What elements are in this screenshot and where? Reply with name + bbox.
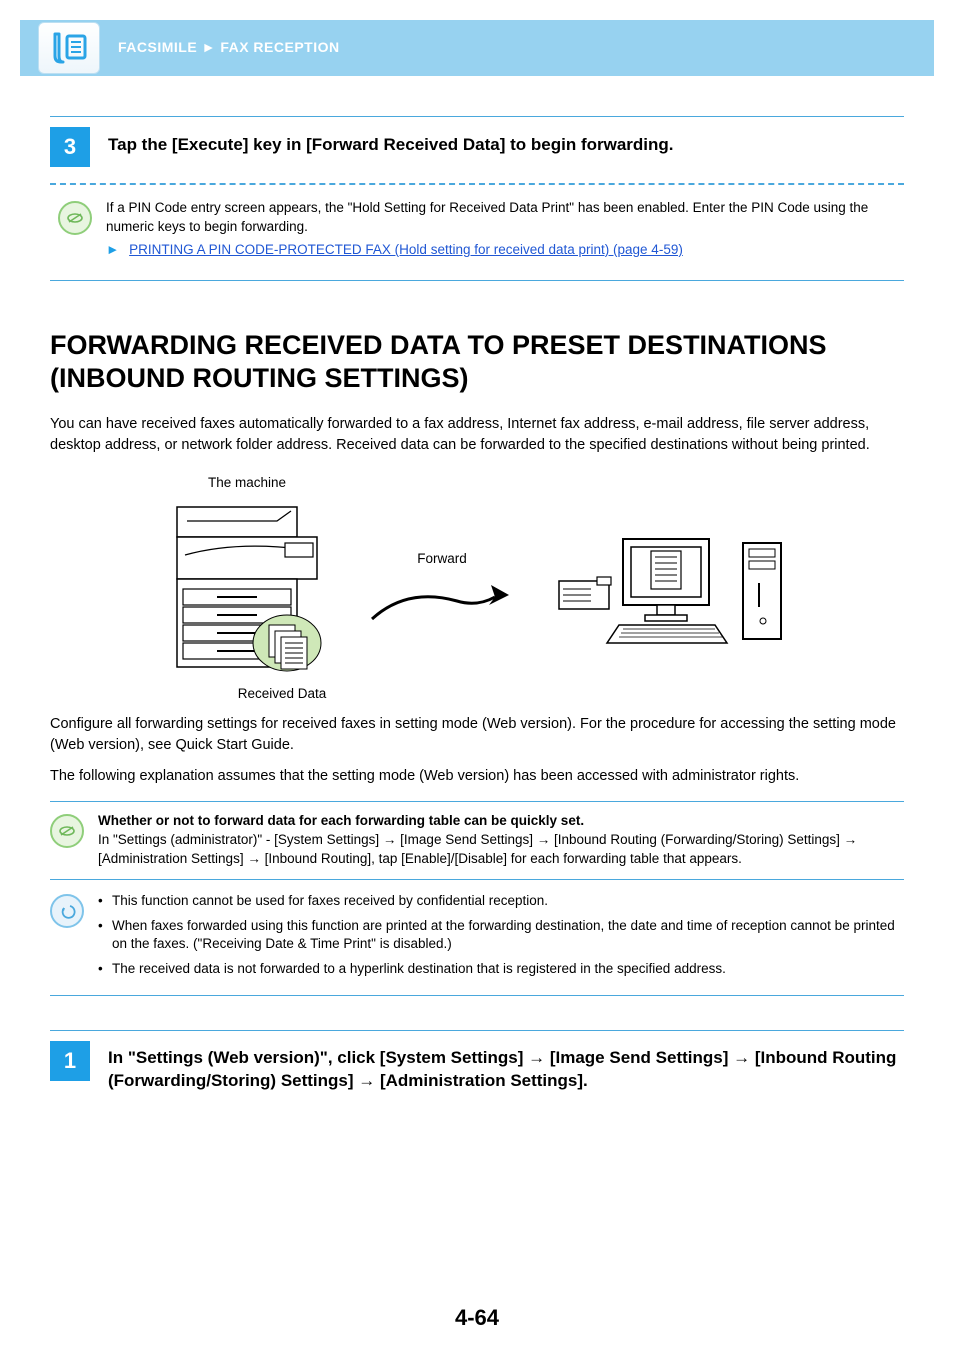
divider [50, 116, 904, 117]
step-3: 3 Tap the [Execute] key in [Forward Rece… [50, 127, 904, 167]
fax-section-icon [38, 22, 100, 74]
step-number-badge: 3 [50, 127, 90, 167]
pin-note-text: If a PIN Code entry screen appears, the … [106, 199, 904, 237]
dashed-divider [50, 183, 904, 185]
link-arrow-icon: ► [106, 242, 119, 257]
quick-set-note-title: Whether or not to forward data for each … [98, 812, 904, 831]
divider [50, 1030, 904, 1031]
machine-icon [167, 497, 327, 687]
header-bar: FACSIMILE ► FAX RECEPTION [20, 20, 934, 76]
note-icon [58, 201, 92, 235]
step-3-title: Tap the [Execute] key in [Forward Receiv… [108, 127, 674, 157]
breadcrumb-part-b: FAX RECEPTION [220, 39, 339, 55]
step-1: 1 In "Settings (Web version)", click [Sy… [50, 1041, 904, 1093]
list-item: The received data is not forwarded to a … [98, 960, 904, 979]
received-data-label: Received Data [237, 685, 327, 704]
breadcrumb: FACSIMILE ► FAX RECEPTION [118, 38, 340, 58]
step-1-title: In "Settings (Web version)", click [Syst… [108, 1041, 904, 1093]
pin-note-row: If a PIN Code entry screen appears, the … [50, 199, 904, 260]
intro-paragraph: You can have received faxes automaticall… [50, 414, 904, 456]
breadcrumb-part-a: FACSIMILE [118, 39, 197, 55]
list-item: When faxes forwarded using this function… [98, 917, 904, 955]
computer-icon [557, 529, 787, 649]
divider [50, 280, 904, 281]
note-icon [50, 814, 84, 848]
quick-set-note: Whether or not to forward data for each … [50, 801, 904, 880]
step-number-badge: 1 [50, 1041, 90, 1081]
limitations-note: This function cannot be used for faxes r… [50, 880, 904, 997]
forward-label: Forward [367, 550, 517, 569]
forward-arrow-icon [367, 579, 517, 629]
forwarding-diagram: The machine [50, 474, 904, 704]
back-note-icon [50, 894, 84, 928]
machine-label: The machine [167, 474, 327, 493]
quick-set-note-body: In "Settings (administrator)" - [System … [98, 831, 904, 869]
section-title: FORWARDING RECEIVED DATA TO PRESET DESTI… [50, 329, 904, 397]
page-number: 4-64 [0, 1303, 954, 1334]
breadcrumb-separator: ► [202, 39, 216, 55]
config-paragraph: Configure all forwarding settings for re… [50, 714, 904, 756]
pin-link-row: ► PRINTING A PIN CODE-PROTECTED FAX (Hol… [106, 241, 904, 260]
limitations-list: This function cannot be used for faxes r… [98, 892, 904, 986]
pin-code-link[interactable]: PRINTING A PIN CODE-PROTECTED FAX (Hold … [129, 242, 683, 257]
list-item: This function cannot be used for faxes r… [98, 892, 904, 911]
assumption-paragraph: The following explanation assumes that t… [50, 766, 904, 787]
